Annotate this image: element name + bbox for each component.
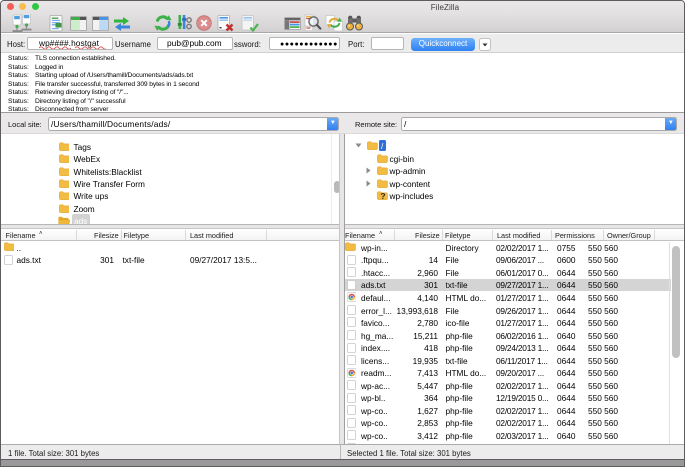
- svg-text:?: ?: [380, 191, 385, 200]
